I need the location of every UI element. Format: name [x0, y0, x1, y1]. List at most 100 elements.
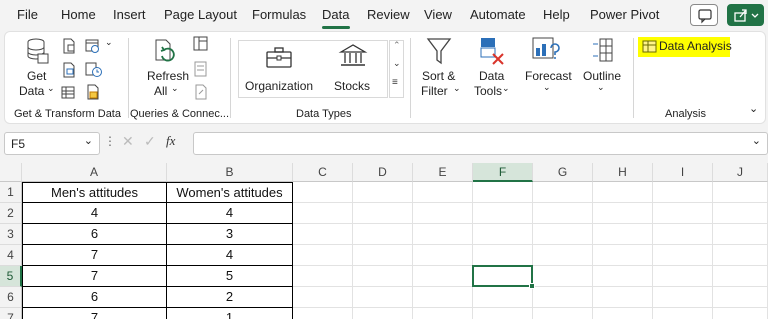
cell-a6[interactable]: 6: [22, 287, 167, 308]
tab-automate[interactable]: Automate: [470, 7, 526, 22]
cell-c5[interactable]: [293, 266, 353, 287]
queries-connections-icon[interactable]: [193, 36, 209, 52]
cell-f1[interactable]: [473, 182, 533, 203]
cell-g5[interactable]: [533, 266, 593, 287]
select-all-corner[interactable]: [0, 163, 22, 182]
from-table-icon[interactable]: [61, 62, 77, 78]
expand-formula-icon[interactable]: ⌄: [752, 134, 761, 147]
cell-g3[interactable]: [533, 224, 593, 245]
cell-b7[interactable]: 1: [167, 308, 293, 319]
refresh-all-label-2[interactable]: All: [154, 84, 167, 98]
row-header-5[interactable]: 5: [0, 266, 22, 287]
cell-f7[interactable]: [473, 308, 533, 319]
outline-button[interactable]: Outline: [583, 69, 621, 83]
outline-icon[interactable]: [590, 36, 616, 66]
tab-help[interactable]: Help: [543, 7, 570, 22]
forecast-button[interactable]: Forecast: [525, 69, 572, 83]
chevron-down-icon[interactable]: ⌄: [393, 58, 401, 69]
cell-i2[interactable]: [653, 203, 713, 224]
column-header-j[interactable]: J: [713, 163, 768, 182]
tab-power-pivot[interactable]: Power Pivot: [590, 7, 659, 22]
tab-file[interactable]: File: [17, 7, 38, 22]
organization-button[interactable]: Organization: [245, 79, 313, 93]
cell-b6[interactable]: 2: [167, 287, 293, 308]
stocks-button[interactable]: Stocks: [334, 79, 370, 93]
cell-e2[interactable]: [413, 203, 473, 224]
get-data-button[interactable]: [25, 36, 49, 69]
queries-data-icon[interactable]: [85, 84, 101, 100]
data-tools-label-2[interactable]: Tools: [474, 84, 502, 98]
column-header-d[interactable]: D: [353, 163, 413, 182]
get-data-label-2[interactable]: Data: [19, 84, 44, 98]
data-analysis-button[interactable]: Data Analysis: [638, 37, 732, 57]
from-web-icon[interactable]: [85, 38, 105, 54]
edit-links-icon[interactable]: [193, 84, 209, 100]
cell-h4[interactable]: [593, 245, 653, 266]
cell-j3[interactable]: [713, 224, 768, 245]
gallery-scroll[interactable]: ⌃ ⌄ ≡: [389, 40, 404, 98]
cell-b3[interactable]: 3: [167, 224, 293, 245]
forecast-icon[interactable]: [531, 36, 563, 66]
cell-d1[interactable]: [353, 182, 413, 203]
cell-j4[interactable]: [713, 245, 768, 266]
cell-i6[interactable]: [653, 287, 713, 308]
cell-e5[interactable]: [413, 266, 473, 287]
cell-d6[interactable]: [353, 287, 413, 308]
tab-view[interactable]: View: [424, 7, 452, 22]
cell-c1[interactable]: [293, 182, 353, 203]
cell-e7[interactable]: [413, 308, 473, 319]
cell-c7[interactable]: [293, 308, 353, 319]
cell-d7[interactable]: [353, 308, 413, 319]
cell-h1[interactable]: [593, 182, 653, 203]
share-button[interactable]: [727, 4, 764, 26]
cell-b2[interactable]: 4: [167, 203, 293, 224]
tab-review[interactable]: Review: [367, 7, 410, 22]
formula-bar-grip-icon[interactable]: ⋮: [104, 134, 116, 148]
cell-a4[interactable]: 7: [22, 245, 167, 266]
tab-insert[interactable]: Insert: [113, 7, 146, 22]
cell-i7[interactable]: [653, 308, 713, 319]
column-header-h[interactable]: H: [593, 163, 653, 182]
chevron-up-icon[interactable]: ⌃: [393, 40, 401, 51]
cell-b5[interactable]: 5: [167, 266, 293, 287]
cell-i5[interactable]: [653, 266, 713, 287]
tab-formulas[interactable]: Formulas: [252, 7, 306, 22]
enter-check-icon[interactable]: ✓: [144, 133, 156, 150]
row-header-2[interactable]: 2: [0, 203, 22, 224]
bank-icon[interactable]: [338, 43, 368, 69]
sort-filter-label-1[interactable]: Sort &: [422, 69, 455, 83]
column-header-i[interactable]: I: [653, 163, 713, 182]
cell-b4[interactable]: 4: [167, 245, 293, 266]
cell-c3[interactable]: [293, 224, 353, 245]
column-header-b[interactable]: B: [167, 163, 293, 182]
cell-g2[interactable]: [533, 203, 593, 224]
cell-b1[interactable]: Women's attitudes: [167, 182, 293, 203]
formula-input[interactable]: ⌄: [193, 132, 768, 155]
cell-e1[interactable]: [413, 182, 473, 203]
column-header-c[interactable]: C: [293, 163, 353, 182]
cancel-icon[interactable]: ✕: [122, 133, 134, 150]
cell-h7[interactable]: [593, 308, 653, 319]
cell-e6[interactable]: [413, 287, 473, 308]
column-header-e[interactable]: E: [413, 163, 473, 182]
cell-g7[interactable]: [533, 308, 593, 319]
cell-i4[interactable]: [653, 245, 713, 266]
cell-g6[interactable]: [533, 287, 593, 308]
chevron-down-icon[interactable]: ⌄: [84, 134, 93, 147]
row-header-6[interactable]: 6: [0, 287, 22, 308]
cell-g1[interactable]: [533, 182, 593, 203]
gallery-more-icon[interactable]: ≡: [392, 77, 398, 88]
cell-d2[interactable]: [353, 203, 413, 224]
recent-sources-icon[interactable]: [85, 62, 103, 78]
column-header-a[interactable]: A: [22, 163, 167, 182]
refresh-all-label-1[interactable]: Refresh: [147, 69, 189, 83]
cell-h6[interactable]: [593, 287, 653, 308]
tab-home[interactable]: Home: [61, 7, 96, 22]
cell-h3[interactable]: [593, 224, 653, 245]
existing-connections-icon[interactable]: [61, 84, 77, 100]
cell-a5[interactable]: 7: [22, 266, 167, 287]
cell-f3[interactable]: [473, 224, 533, 245]
collapse-ribbon-icon[interactable]: ⌄: [749, 102, 758, 115]
cell-c4[interactable]: [293, 245, 353, 266]
column-header-g[interactable]: G: [533, 163, 593, 182]
